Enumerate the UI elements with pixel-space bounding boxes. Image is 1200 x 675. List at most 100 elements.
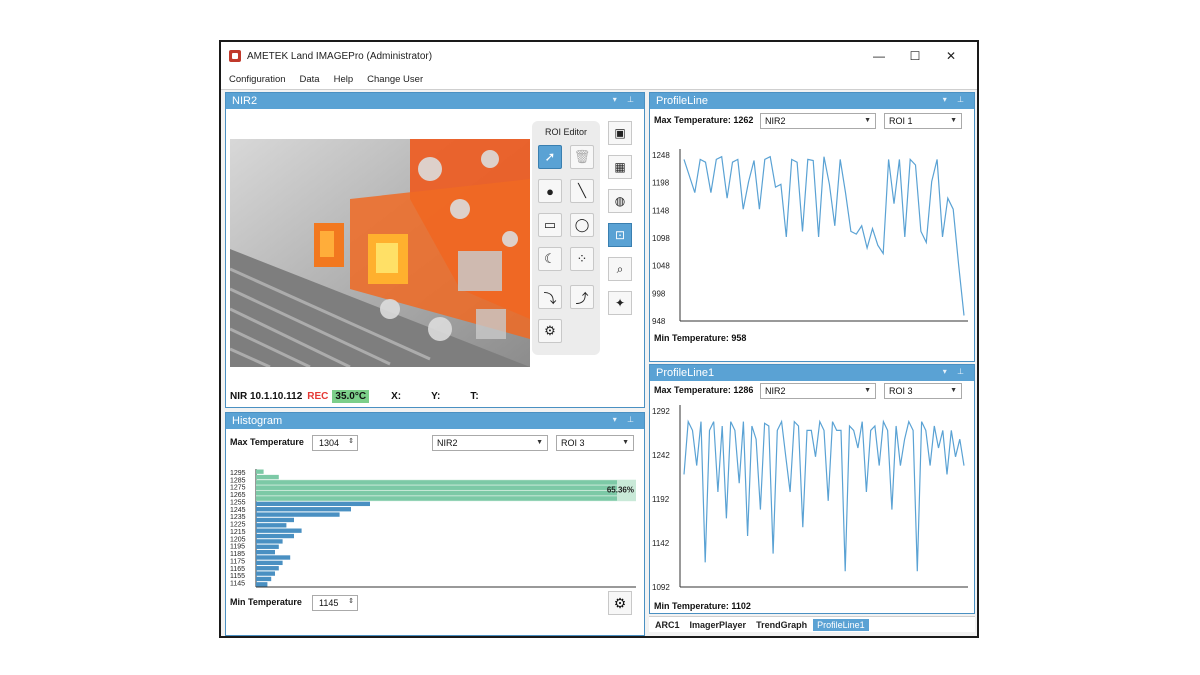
- thermal-image[interactable]: [230, 139, 530, 367]
- histogram-y-tick-label: 1255: [230, 499, 246, 506]
- tab-profileline1[interactable]: ProfileLine1: [813, 618, 869, 631]
- close-button[interactable]: ✕: [933, 49, 969, 63]
- histogram-y-tick-label: 1275: [230, 485, 246, 492]
- histogram-bar[interactable]: [256, 474, 279, 480]
- histogram-bar[interactable]: [256, 549, 275, 555]
- rectangle-roi-tool[interactable]: ▭: [538, 213, 562, 237]
- histogram-chart[interactable]: 1295128512751265125512451235122512151205…: [230, 467, 640, 593]
- histogram-bar[interactable]: [256, 566, 279, 571]
- profile-y-tick-label: 1242: [652, 451, 670, 460]
- histogram-y-tick-label: 1155: [230, 573, 245, 580]
- profileline-panel: ProfileLine ▾ ⊥ Max Temperature: 1262 NI…: [649, 92, 975, 362]
- palette-button[interactable]: ◍: [608, 189, 632, 213]
- histogram-bar[interactable]: [256, 485, 617, 490]
- export-icon: ⤴: [575, 290, 589, 306]
- video-view-button[interactable]: ▣: [608, 121, 632, 145]
- profile2-line-chart[interactable]: 1292 1242 1192 1142 1092: [650, 365, 974, 613]
- menu-help[interactable]: Help: [334, 74, 354, 85]
- histogram-settings-button[interactable]: ⚙: [608, 591, 632, 615]
- menu-configuration[interactable]: Configuration: [229, 74, 286, 85]
- select-pointer-tool[interactable]: ➚: [538, 145, 562, 169]
- min-temperature-stepper[interactable]: 1145 ⇕: [312, 595, 358, 611]
- panel-pin-icon[interactable]: ▾ ⊥: [613, 95, 638, 104]
- cursor-icon: ➚: [544, 149, 556, 164]
- histogram-source-select[interactable]: NIR2 ▼: [432, 435, 548, 451]
- profile-y-tick-label: 1248: [652, 151, 670, 160]
- stepper-arrows-icon[interactable]: ⇕: [348, 597, 354, 605]
- export-roi-tool[interactable]: ⤴: [570, 285, 594, 309]
- rec-indicator[interactable]: REC: [307, 391, 328, 402]
- histogram-y-tick-label: 1205: [230, 536, 246, 543]
- stepper-arrows-icon[interactable]: ⇕: [348, 437, 354, 445]
- roi-editor-toolbar: ROI Editor ➚ 🗑 ● ╲ ▭ ◯ ☾ ⁘ ⤵ ⤴ ⚙: [532, 121, 600, 355]
- profile-series-line[interactable]: [683, 419, 965, 572]
- max-temperature-label: Max Temperature: [230, 437, 304, 447]
- gear-icon: ⚙: [613, 594, 627, 611]
- panel-pin-icon[interactable]: ▾ ⊥: [613, 415, 638, 424]
- video-icon: ▣: [614, 126, 626, 140]
- histogram-y-tick-label: 1265: [230, 492, 246, 499]
- histogram-bar[interactable]: [256, 512, 340, 517]
- window-title: AMETEK Land IMAGEPro (Administrator): [247, 50, 433, 62]
- histogram-bar[interactable]: [256, 501, 370, 507]
- histogram-bar[interactable]: [256, 555, 291, 560]
- roi-editor-title: ROI Editor: [544, 127, 587, 137]
- profileline1-panel: ProfileLine1 ▾ ⊥ Max Temperature: 1286 N…: [649, 364, 975, 614]
- import-roi-tool[interactable]: ⤵: [538, 285, 562, 309]
- scatter-roi-tool[interactable]: ⁘: [570, 247, 594, 271]
- tab-imagerplayer[interactable]: ImagerPlayer: [686, 619, 751, 631]
- profile1-line-chart[interactable]: 1248 1198 1148 1098 1048 998 948: [650, 93, 974, 361]
- histogram-bar[interactable]: [256, 528, 302, 533]
- histogram-bar[interactable]: [256, 539, 283, 544]
- ellipse-roi-tool[interactable]: ◯: [570, 213, 594, 237]
- palette-icon: ◍: [614, 194, 626, 208]
- histogram-bar[interactable]: [256, 517, 294, 523]
- device-address: NIR 10.1.10.112: [230, 390, 303, 402]
- histogram-panel: Histogram ▾ ⊥ Max Temperature 1304 ⇕ NIR…: [225, 412, 645, 636]
- histogram-roi-select[interactable]: ROI 3 ▼: [556, 435, 634, 451]
- menu-bar: Configuration Data Help Change User: [221, 70, 977, 90]
- histogram-bar[interactable]: [256, 560, 283, 566]
- histogram-bar[interactable]: [256, 469, 264, 474]
- histogram-bar[interactable]: [256, 571, 275, 576]
- minimize-button[interactable]: —: [861, 49, 897, 63]
- effects-button[interactable]: ✦: [608, 291, 632, 315]
- histogram-bar[interactable]: [256, 544, 279, 549]
- histogram-bar[interactable]: [256, 576, 272, 582]
- point-roi-tool[interactable]: ●: [538, 179, 562, 203]
- profile-y-tick-label: 948: [652, 317, 666, 326]
- histogram-bar[interactable]: [256, 582, 268, 587]
- histogram-y-tick-label: 1185: [230, 551, 245, 558]
- menu-data[interactable]: Data: [300, 74, 320, 85]
- menu-change-user[interactable]: Change User: [367, 74, 423, 85]
- max-temperature-stepper[interactable]: 1304 ⇕: [312, 435, 358, 451]
- polygon-roi-tool[interactable]: ☾: [538, 247, 562, 271]
- histogram-bar[interactable]: [256, 523, 287, 528]
- histogram-bar[interactable]: [256, 507, 351, 512]
- title-bar: AMETEK Land IMAGEPro (Administrator) — ☐…: [221, 42, 977, 70]
- roi-settings-tool[interactable]: ⚙: [538, 319, 562, 343]
- max-temperature-value: 1304: [319, 438, 340, 448]
- delete-roi-tool[interactable]: 🗑: [570, 145, 594, 169]
- roi-editor-toggle-button[interactable]: ⊡: [608, 223, 632, 247]
- histogram-bar[interactable]: [256, 490, 617, 496]
- profile-y-tick-label: 1092: [652, 583, 670, 592]
- line-roi-tool[interactable]: ╲: [570, 179, 594, 203]
- chevron-down-icon: ▼: [622, 439, 629, 446]
- tab-arc1[interactable]: ARC1: [651, 619, 684, 631]
- profile-y-tick-label: 1192: [652, 495, 670, 504]
- histogram-bar[interactable]: [256, 496, 617, 501]
- histogram-y-tick-label: 1215: [230, 529, 246, 536]
- histogram-bar[interactable]: [256, 480, 617, 485]
- histogram-panel-title: Histogram: [232, 415, 283, 427]
- maximize-button[interactable]: ☐: [897, 49, 933, 63]
- table-view-button[interactable]: ▦: [608, 155, 632, 179]
- histogram-bar[interactable]: [256, 533, 294, 539]
- profile2-min-temperature: Min Temperature: 1102: [654, 601, 751, 611]
- histogram-y-tick-label: 1145: [230, 581, 245, 588]
- histogram-y-tick-label: 1175: [230, 558, 245, 565]
- histogram-y-tick-label: 1195: [230, 544, 245, 551]
- profile-series-line[interactable]: [683, 155, 965, 316]
- zoom-button[interactable]: ⌕: [608, 257, 632, 281]
- tab-trendgraph[interactable]: TrendGraph: [752, 619, 811, 631]
